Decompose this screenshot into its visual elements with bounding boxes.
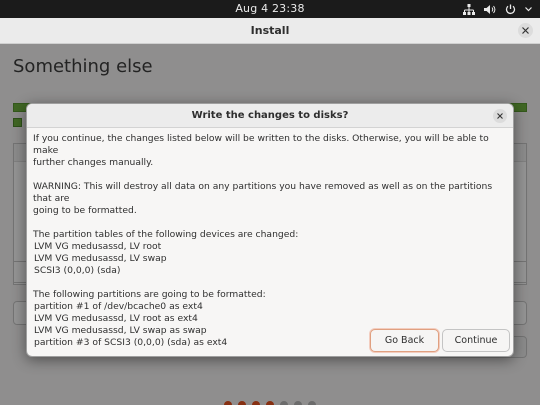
chevron-down-icon[interactable] <box>525 6 532 12</box>
formatted-partition-item: partition #3 of SCSI3 (0,0,0) (sda) as e… <box>34 337 228 348</box>
formatted-partition-item: LVM VG medusassd, LV swap as swap <box>34 325 207 336</box>
close-icon <box>497 113 503 119</box>
formatted-partition-item: partition #1 of /dev/bcache0 as ext4 <box>34 301 203 312</box>
intro-text: If you continue, the changes listed belo… <box>33 133 489 156</box>
dialog-close-button[interactable] <box>493 109 507 123</box>
installer-title: Install <box>250 24 290 37</box>
network-icon[interactable] <box>463 3 475 15</box>
system-tray[interactable] <box>463 3 532 15</box>
warning-text: going to be formatted. <box>33 205 137 216</box>
top-bar: Aug 4 23:38 <box>0 0 540 18</box>
power-icon[interactable] <box>505 4 516 15</box>
volume-icon[interactable] <box>484 4 496 15</box>
continue-button[interactable]: Continue <box>442 329 510 352</box>
intro-text: further changes manually. <box>33 157 154 168</box>
changed-device-item: LVM VG medusassd, LV root <box>34 241 162 252</box>
close-icon <box>522 27 529 34</box>
formatted-partition-item: LVM VG medusassd, LV root as ext4 <box>34 313 198 324</box>
installer-close-button[interactable] <box>518 23 533 38</box>
warning-text: WARNING: This will destroy all data on a… <box>33 181 493 204</box>
dialog-titlebar: Write the changes to disks? <box>27 104 513 128</box>
changed-device-item: LVM VG medusassd, LV swap <box>34 253 167 264</box>
clock[interactable]: Aug 4 23:38 <box>0 2 540 15</box>
confirm-write-dialog: Write the changes to disks? If you conti… <box>26 103 514 357</box>
dialog-title: Write the changes to disks? <box>191 110 349 121</box>
tables-heading: The partition tables of the following de… <box>33 229 299 240</box>
go-back-button[interactable]: Go Back <box>370 329 439 352</box>
dialog-message: If you continue, the changes listed belo… <box>33 133 511 349</box>
installer-titlebar: Install <box>0 18 540 44</box>
changed-device-item: SCSI3 (0,0,0) (sda) <box>34 265 121 276</box>
format-heading: The following partitions are going to be… <box>33 289 266 300</box>
